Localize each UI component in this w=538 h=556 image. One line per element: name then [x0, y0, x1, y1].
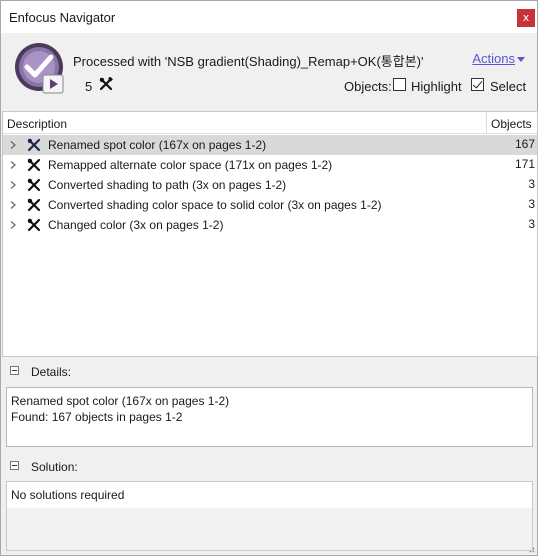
tools-icon: [99, 77, 113, 91]
tools-icon: [27, 198, 41, 212]
resize-grip-icon[interactable]: [527, 545, 535, 553]
details-panel[interactable]: Renamed spot color (167x on pages 1-2) F…: [6, 387, 533, 447]
processed-with-text: Processed with 'NSB gradient(Shading)_Re…: [73, 54, 424, 69]
enfocus-logo-icon: [15, 43, 64, 94]
navigator-window: Enfocus Navigator x Processed with 'NSB …: [0, 0, 538, 556]
list-item[interactable]: Remapped alternate color space (171x on …: [3, 155, 537, 175]
actions-menu[interactable]: Actions: [472, 51, 525, 66]
tools-icon: [27, 218, 41, 232]
select-checkbox[interactable]: [471, 78, 484, 91]
row-label: Converted shading color space to solid c…: [48, 198, 382, 212]
solution-collapse-toggle[interactable]: [10, 461, 19, 470]
column-objects[interactable]: Objects: [491, 117, 532, 131]
row-label: Renamed spot color (167x on pages 1-2): [48, 138, 267, 152]
row-count: 3: [528, 217, 535, 231]
column-description[interactable]: Description: [7, 117, 67, 131]
chevron-right-icon[interactable]: [10, 181, 16, 189]
chevron-right-icon[interactable]: [10, 221, 16, 229]
row-count: 3: [528, 197, 535, 211]
chevron-right-icon[interactable]: [10, 141, 16, 149]
tools-icon: [27, 178, 41, 192]
row-count: 171: [514, 157, 535, 171]
objects-label: Objects:: [344, 79, 392, 94]
fix-count: 5: [85, 79, 93, 94]
chevron-right-icon[interactable]: [10, 161, 16, 169]
row-label: Remapped alternate color space (171x on …: [48, 158, 333, 172]
row-count: 167: [514, 137, 535, 151]
solution-panel[interactable]: No solutions required: [6, 481, 533, 551]
actions-label[interactable]: Actions: [472, 51, 515, 66]
chevron-down-icon: [517, 57, 525, 63]
tools-icon: [27, 138, 41, 152]
highlight-checkbox[interactable]: [393, 78, 406, 91]
row-label: Changed color (3x on pages 1-2): [48, 218, 224, 232]
solution-text: No solutions required: [7, 482, 532, 508]
details-label: Details:: [31, 365, 72, 379]
details-line-2: Found: 167 objects in pages 1-2: [11, 410, 183, 424]
close-button[interactable]: x: [517, 9, 535, 27]
header: Processed with 'NSB gradient(Shading)_Re…: [1, 33, 537, 107]
details-line-1: Renamed spot color (167x on pages 1-2): [11, 394, 230, 408]
select-label[interactable]: Select: [490, 79, 526, 94]
list-item[interactable]: Converted shading to path (3x on pages 1…: [3, 175, 537, 195]
details-collapse-toggle[interactable]: [10, 366, 19, 375]
tools-icon: [27, 158, 41, 172]
row-label: Converted shading to path (3x on pages 1…: [48, 178, 287, 192]
solution-label: Solution:: [31, 460, 78, 474]
window-title: Enfocus Navigator: [9, 10, 116, 25]
results-list[interactable]: Description Objects Renamed spot color (…: [2, 111, 538, 357]
title-bar[interactable]: Enfocus Navigator x: [1, 1, 537, 33]
column-divider[interactable]: [486, 112, 487, 134]
chevron-right-icon[interactable]: [10, 201, 16, 209]
list-item[interactable]: Changed color (3x on pages 1-2) 3: [3, 215, 537, 235]
list-item[interactable]: Renamed spot color (167x on pages 1-2) 1…: [3, 135, 537, 155]
list-item[interactable]: Converted shading color space to solid c…: [3, 195, 537, 215]
row-count: 3: [528, 177, 535, 191]
highlight-label[interactable]: Highlight: [411, 79, 462, 94]
list-header: Description Objects: [3, 112, 537, 134]
